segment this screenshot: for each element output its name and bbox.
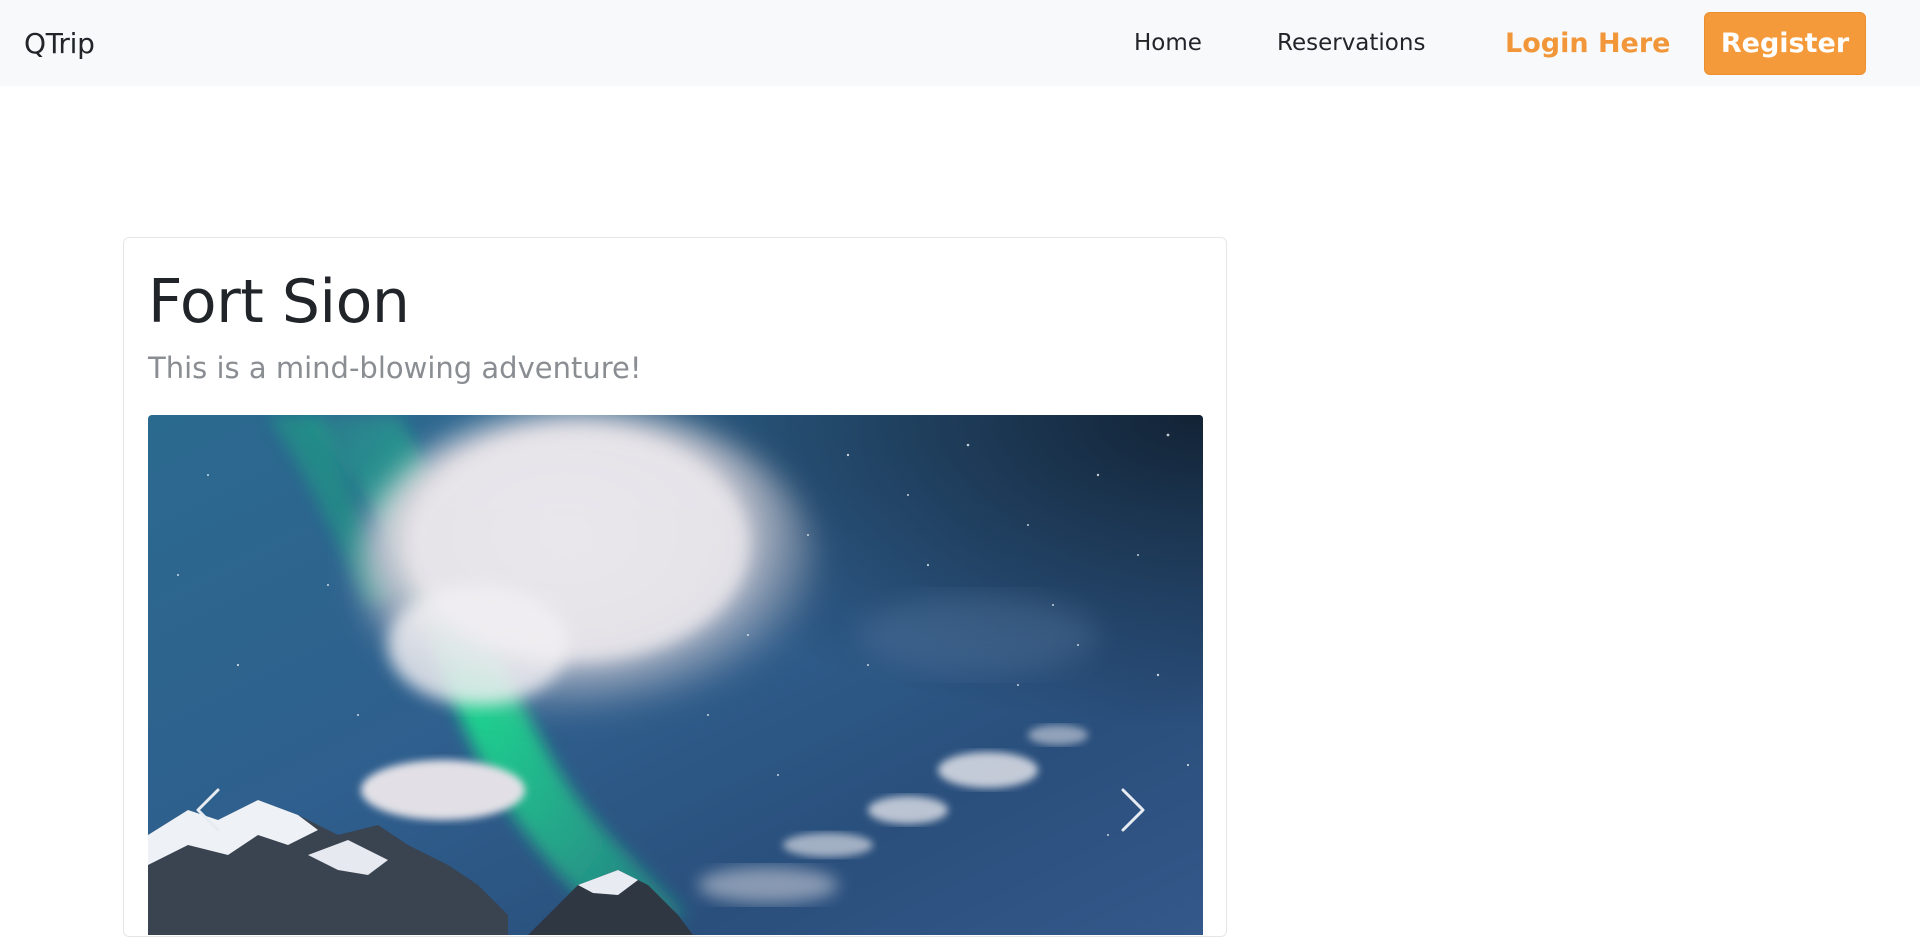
nav-link-home[interactable]: Home	[1134, 30, 1202, 56]
carousel-prev-button[interactable]	[188, 780, 228, 840]
nav-link-reservations[interactable]: Reservations	[1277, 30, 1425, 56]
carousel-image	[148, 415, 1203, 935]
carousel-next-button[interactable]	[1113, 780, 1153, 840]
navbar: QTrip Home Reservations Login Here Regis…	[0, 0, 1920, 86]
adventure-detail-card: Fort Sion This is a mind-blowing adventu…	[123, 237, 1227, 937]
image-carousel	[148, 415, 1203, 935]
chevron-left-icon	[196, 788, 220, 832]
brand-logo[interactable]: QTrip	[24, 27, 95, 60]
register-button[interactable]: Register	[1704, 12, 1866, 75]
adventure-subtitle: This is a mind-blowing adventure!	[148, 351, 642, 385]
adventure-title: Fort Sion	[148, 267, 410, 337]
login-link[interactable]: Login Here	[1505, 28, 1671, 59]
chevron-right-icon	[1121, 788, 1145, 832]
